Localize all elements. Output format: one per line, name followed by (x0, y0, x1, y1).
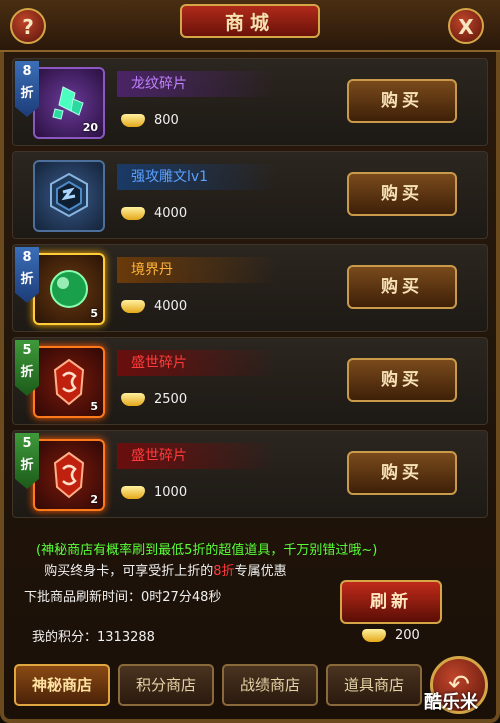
item-name: 盛世碎片 (117, 443, 277, 469)
item-price: 4000 (121, 202, 187, 226)
price-value: 2500 (154, 392, 188, 407)
buy-button[interactable]: 购买 (347, 451, 457, 495)
gold-ingot-icon (362, 629, 386, 642)
help-icon: ? (22, 15, 34, 39)
item-icon-box[interactable]: 5 (33, 346, 105, 418)
discount-number: 5 (22, 436, 32, 451)
notice-line-2: 购买终身卡，可享受折上折的8折专属优惠 (36, 561, 486, 582)
discount-number: 8 (22, 250, 32, 265)
buy-button[interactable]: 购买 (347, 79, 457, 123)
item-name: 境界丹 (117, 257, 277, 283)
window-title: 商城 (180, 4, 320, 38)
gold-ingot-icon (121, 486, 145, 499)
shop-item-row: 强攻雕文lv1 4000 购买 (12, 151, 488, 239)
item-icon-box[interactable]: 20 (33, 67, 105, 139)
discount-unit: 折 (20, 86, 34, 101)
tab-item-shop[interactable]: 道具商店 (326, 664, 422, 706)
shop-tabs: 神秘商店 积分商店 战绩商店 道具商店 (14, 664, 424, 710)
item-quantity: 20 (82, 121, 98, 134)
shop-item-row: 20 8 折 龙纹碎片 800 购买 (12, 58, 488, 146)
price-value: 4000 (154, 206, 188, 221)
notice-highlight: 8折 (213, 564, 235, 579)
discount-unit: 折 (20, 458, 34, 473)
discount-number: 5 (22, 343, 32, 358)
tab-mystery-shop[interactable]: 神秘商店 (14, 664, 110, 706)
help-button[interactable]: ? (10, 8, 46, 44)
close-icon: X (458, 15, 474, 39)
item-quantity: 2 (90, 493, 98, 506)
title-bar: ? 商城 X (0, 0, 500, 52)
item-price: 1000 (121, 481, 187, 505)
refresh-cost-value: 200 (395, 628, 420, 643)
item-icon-box[interactable] (33, 160, 105, 232)
item-price: 2500 (121, 388, 187, 412)
discount-badge: 8 折 (15, 61, 39, 117)
buy-button[interactable]: 购买 (347, 358, 457, 402)
my-points: 我的积分：1313288 (32, 630, 155, 645)
gold-ingot-icon (121, 300, 145, 313)
notice-line-2-tail: 专属优惠 (234, 564, 287, 579)
notice-line-1: (神秘商店有概率刷到最低5折的超值道具，千万别错过哦~) (36, 543, 378, 558)
discount-number: 8 (22, 64, 32, 79)
refresh-cost: 200 (362, 626, 420, 646)
close-button[interactable]: X (448, 8, 484, 44)
tab-points-shop[interactable]: 积分商店 (118, 664, 214, 706)
shop-item-row: 2 5 折 盛世碎片 1000 购买 (12, 430, 488, 518)
notice-line-2-text: 购买终身卡，可享受折上折的 (44, 564, 214, 579)
gold-ingot-icon (121, 114, 145, 127)
item-name: 龙纹碎片 (117, 71, 277, 97)
item-name: 强攻雕文lv1 (117, 164, 277, 190)
price-value: 800 (154, 113, 179, 128)
item-price: 4000 (121, 295, 187, 319)
gold-ingot-icon (121, 393, 145, 406)
discount-badge: 5 折 (15, 340, 39, 396)
discount-badge: 5 折 (15, 433, 39, 489)
tab-honor-shop[interactable]: 战绩商店 (222, 664, 318, 706)
discount-unit: 折 (20, 272, 34, 287)
shop-item-row: 5 5 折 盛世碎片 2500 购买 (12, 337, 488, 425)
item-name: 盛世碎片 (117, 350, 277, 376)
gold-ingot-icon (121, 207, 145, 220)
price-value: 4000 (154, 299, 188, 314)
item-icon-box[interactable]: 2 (33, 439, 105, 511)
price-value: 1000 (154, 485, 188, 500)
discount-badge: 8 折 (15, 247, 39, 303)
buy-button[interactable]: 购买 (347, 265, 457, 309)
refresh-button[interactable]: 刷新 (340, 580, 442, 624)
rune-glyph-icon (50, 172, 88, 218)
discount-unit: 折 (20, 365, 34, 380)
item-quantity: 5 (90, 307, 98, 320)
refresh-countdown: 下批商品刷新时间：0时27分48秒 (24, 590, 222, 605)
watermark: 酷乐米 (424, 692, 478, 713)
item-icon-box[interactable]: 5 (33, 253, 105, 325)
shop-notice: (神秘商店有概率刷到最低5折的超值道具，千万别错过哦~) 购买终身卡，可享受折上… (36, 540, 486, 582)
item-price: 800 (121, 109, 179, 133)
item-quantity: 5 (90, 400, 98, 413)
shop-item-row: 5 8 折 境界丹 4000 购买 (12, 244, 488, 332)
buy-button[interactable]: 购买 (347, 172, 457, 216)
